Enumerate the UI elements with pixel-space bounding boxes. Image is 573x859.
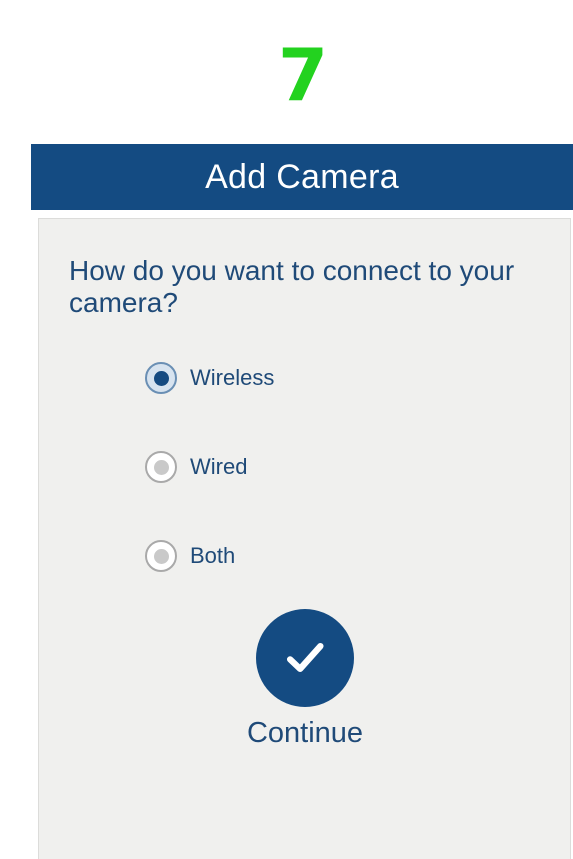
radio-dot-icon — [153, 459, 169, 475]
option-label: Both — [190, 543, 236, 568]
radio-dot-icon — [153, 548, 169, 564]
radio-wired[interactable] — [145, 451, 177, 483]
app-header: Add Camera — [31, 144, 573, 210]
option-both[interactable]: Both — [145, 536, 235, 576]
step-number: 7 — [277, 33, 329, 117]
continue-label: Continue — [246, 717, 364, 749]
radio-dot-icon — [153, 370, 169, 386]
connection-question: How do you want to connect to your camer… — [69, 255, 515, 318]
option-label: Wireless — [190, 365, 275, 390]
connection-type-panel: How do you want to connect to your camer… — [38, 218, 571, 859]
continue-button[interactable] — [256, 609, 354, 707]
checkmark-icon — [286, 642, 324, 672]
radio-wireless[interactable] — [145, 362, 177, 394]
option-wired[interactable]: Wired — [145, 447, 247, 487]
radio-both[interactable] — [145, 540, 177, 572]
page-title: Add Camera — [205, 157, 399, 196]
option-label: Wired — [190, 454, 248, 479]
option-wireless[interactable]: Wireless — [145, 358, 274, 398]
